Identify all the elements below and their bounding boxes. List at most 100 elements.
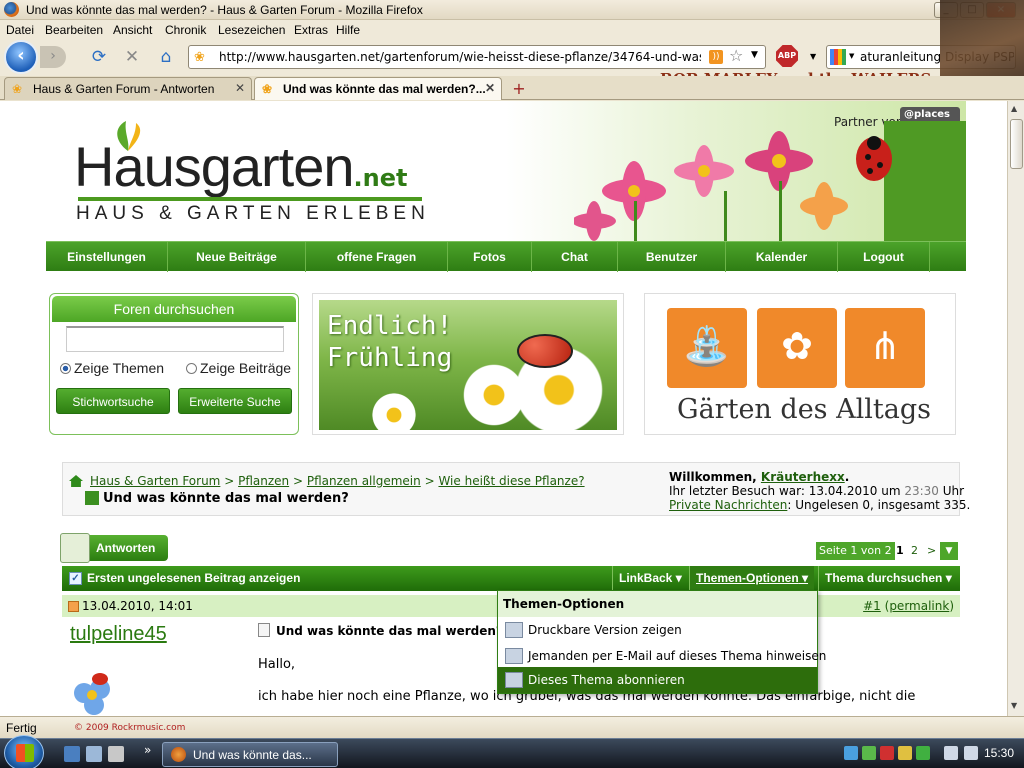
forward-button[interactable]: ›: [40, 46, 66, 68]
menu-chronik[interactable]: Chronik: [165, 23, 206, 37]
site-logo[interactable]: Hausgarten.net HAUS & GARTEN ERLEBEN: [74, 139, 425, 225]
nav-offene-fragen[interactable]: offene Fragen: [306, 242, 448, 272]
breadcrumb-forum[interactable]: Haus & Garten Forum: [90, 474, 220, 488]
google-icon[interactable]: [830, 49, 846, 65]
menu-datei[interactable]: Datei: [6, 23, 34, 37]
breadcrumb-pflanzen[interactable]: Pflanzen: [238, 474, 289, 488]
menu-extras[interactable]: Extras: [294, 23, 328, 37]
thread-options-menu[interactable]: Themen-Optionen ▾: [689, 566, 815, 591]
bookmark-star-icon[interactable]: ☆: [729, 46, 743, 65]
clock[interactable]: 15:30: [984, 746, 1014, 760]
scroll-up-icon[interactable]: ▲: [1011, 104, 1017, 113]
radio-unselected-icon[interactable]: [186, 363, 197, 374]
tab-antworten[interactable]: ❀ Haus & Garten Forum - Antworten ✕: [4, 77, 252, 100]
everyday-gardens-banner[interactable]: ⛲ ✿ ⋔ Gärten des Alltags: [644, 293, 956, 435]
menu-ansicht[interactable]: Ansicht: [113, 23, 152, 37]
start-button[interactable]: [4, 735, 44, 768]
window-title: Und was könnte das mal werden? - Haus & …: [26, 3, 423, 17]
permalink[interactable]: permalink: [889, 599, 949, 613]
tray-app-icon[interactable]: [916, 746, 930, 760]
security-icon[interactable]: [862, 746, 876, 760]
menu-lesezeichen[interactable]: Lesezeichen: [218, 23, 285, 37]
first-unread-link[interactable]: Ersten ungelesenen Beitrag anzeigen: [87, 571, 300, 585]
nav-chat[interactable]: Chat: [532, 242, 618, 272]
radio-selected-icon[interactable]: [60, 363, 71, 374]
advanced-search-button[interactable]: Erweiterte Suche: [178, 388, 292, 414]
nav-kalender[interactable]: Kalender: [726, 242, 838, 272]
back-button[interactable]: ‹: [4, 40, 38, 74]
menu-bearbeiten[interactable]: Bearbeiten: [45, 23, 103, 37]
thread-toolbar: ✓ Ersten ungelesenen Beitrag anzeigen Li…: [62, 566, 960, 591]
everyday-gardens-title: Gärten des Alltags: [677, 394, 931, 425]
page-2-link[interactable]: 2: [911, 544, 918, 557]
search-thread-menu[interactable]: Thema durchsuchen ▾: [818, 566, 958, 591]
monitor-icon[interactable]: [944, 746, 958, 760]
nav-einstellungen[interactable]: Einstellungen: [46, 242, 168, 272]
email-thread-option[interactable]: Jemanden per E-Mail auf dieses Thema hin…: [498, 643, 826, 669]
antivirus-icon[interactable]: [880, 746, 894, 760]
post-number-link[interactable]: #1: [863, 599, 881, 613]
private-messages-link[interactable]: Private Nachrichten: [669, 498, 787, 512]
linkback-menu[interactable]: LinkBack ▾: [612, 566, 688, 591]
page-next-link[interactable]: >: [927, 544, 936, 557]
search-engine-dropdown-icon[interactable]: ▼: [849, 52, 854, 60]
page-jump-icon[interactable]: ▼: [940, 542, 958, 560]
welcome-box: Willkommen, Kräuterhexx. Ihr letzter Bes…: [669, 470, 970, 512]
volume-icon[interactable]: [964, 746, 978, 760]
switch-windows-icon[interactable]: [86, 746, 102, 762]
nav-neue-beitraege[interactable]: Neue Beiträge: [168, 242, 306, 272]
url-bar[interactable]: ❀ http://www.hausgarten.net/gartenforum/…: [188, 45, 766, 69]
reload-icon[interactable]: ⟳: [88, 46, 110, 68]
subscribe-thread-option[interactable]: Dieses Thema abonnieren: [498, 667, 817, 693]
forum-search-input[interactable]: [66, 326, 284, 352]
radio-show-threads[interactable]: Zeige Themen: [60, 360, 164, 376]
url-text[interactable]: http://www.hausgarten.net/gartenforum/wi…: [219, 50, 701, 64]
radio-threads-label: Zeige Themen: [74, 360, 165, 376]
daisy-flower: [369, 390, 419, 430]
tab-close-icon[interactable]: ✕: [485, 81, 495, 95]
welcome-username[interactable]: Kräuterhexx: [761, 470, 845, 484]
network-icon[interactable]: [844, 746, 858, 760]
home-icon[interactable]: ⌂: [155, 46, 177, 68]
menu-hilfe[interactable]: Hilfe: [336, 23, 360, 37]
radio-show-posts[interactable]: Zeige Beiträge: [186, 360, 291, 376]
show-desktop-icon[interactable]: [64, 746, 80, 762]
keyword-search-button[interactable]: Stichwortsuche: [56, 388, 170, 414]
tab-label: Und was könnte das mal werden?...: [283, 82, 486, 96]
adblock-dropdown-icon[interactable]: ▼: [810, 52, 816, 61]
reply-button[interactable]: Antworten: [60, 533, 168, 563]
reply-icon: [60, 533, 90, 563]
post-number: #1 (permalink): [863, 599, 954, 613]
post-username[interactable]: tulpeline45: [70, 623, 167, 646]
stop-icon[interactable]: ✕: [121, 46, 143, 68]
tab-favicon: ❀: [12, 82, 23, 96]
welcome-greeting: Willkommen,: [669, 470, 757, 484]
nav-benutzer[interactable]: Benutzer: [618, 242, 726, 272]
scroll-thumb[interactable]: [1010, 119, 1023, 169]
tab-close-icon[interactable]: ✕: [235, 81, 245, 95]
logo-main: Hausgarten: [74, 135, 355, 198]
tab-current[interactable]: ❀ Und was könnte das mal werden?... ✕: [254, 77, 502, 100]
unread-check-icon[interactable]: ✓: [69, 572, 82, 585]
taskbar: » Und was könnte das... 15:30: [0, 735, 1024, 768]
nav-fotos[interactable]: Fotos: [448, 242, 532, 272]
print-version-option[interactable]: Druckbare Version zeigen: [498, 617, 817, 643]
tray-app-icon[interactable]: [898, 746, 912, 760]
breadcrumb-pflanzen-allgemein[interactable]: Pflanzen allgemein: [307, 474, 421, 488]
pm-info: : Ungelesen 0, insgesamt 335.: [787, 498, 971, 512]
url-dropdown-icon[interactable]: ▼: [751, 50, 758, 60]
nav-logout[interactable]: Logout: [838, 242, 930, 272]
page-current: 1: [896, 544, 904, 557]
taskbar-firefox-item[interactable]: Und was könnte das...: [162, 742, 338, 767]
rss-icon[interactable]: )): [709, 50, 723, 64]
breadcrumb-wie-heisst[interactable]: Wie heißt diese Pflanze?: [438, 474, 584, 488]
quicklaunch-icon[interactable]: [108, 746, 124, 762]
scroll-down-icon[interactable]: ▼: [1011, 701, 1017, 710]
quicklaunch-more-icon[interactable]: »: [144, 743, 151, 757]
email-icon: [505, 648, 523, 664]
spring-banner[interactable]: Endlich! Frühling: [312, 293, 624, 435]
vertical-scrollbar[interactable]: ▲ ▼: [1007, 101, 1024, 716]
home-icon[interactable]: [69, 475, 83, 487]
new-tab-button[interactable]: +: [508, 80, 530, 98]
forum-search-box: Foren durchsuchen Zeige Themen Zeige Bei…: [49, 293, 299, 435]
